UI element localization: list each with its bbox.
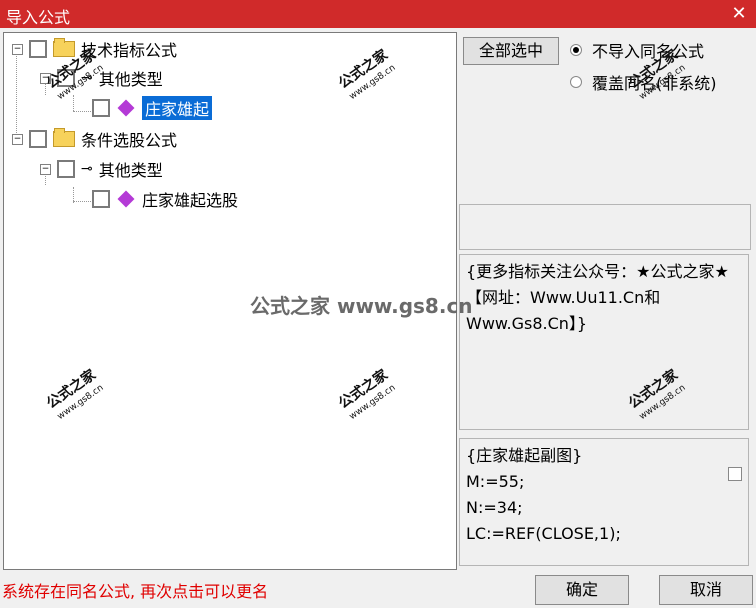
close-icon[interactable]: ✕ [728,3,750,25]
tree-checkbox[interactable] [92,99,110,117]
status-message: 系统存在同名公式, 再次点击可以更名 [2,582,269,601]
radio-no-import[interactable]: 不导入同名公式 [570,38,704,62]
code-line: {庄家雄起副图} [466,446,583,465]
watermark-main: 公式之家 www.gs8.cn [250,294,473,318]
title-bar: 导入公式 ✕ [0,0,756,28]
tree-node-condition[interactable]: − 条件选股公式 [12,127,177,151]
tree-node-label: 其他类型 [98,161,163,180]
tree-node-label: 庄家雄起 [142,96,213,120]
select-all-button[interactable]: 全部选中 [463,37,559,65]
radio-unselected-icon[interactable] [570,76,582,88]
tree-node-zhuangjia-xuangu[interactable]: 庄家雄起选股 [92,187,238,211]
key-icon: ⊸ [81,161,93,177]
window-title: 导入公式 [6,8,71,27]
folder-icon [53,38,75,57]
info-panel: {更多指标关注公众号：★公式之家★ 【网址：Www.Uu11.Cn和Www.Gs… [459,254,749,430]
tree-checkbox[interactable] [92,190,110,208]
radio-selected-icon[interactable] [570,44,582,56]
code-panel: {庄家雄起副图} M:=55; N:=34; LC:=REF(CLOSE,1); [459,438,749,566]
tree-checkbox[interactable] [29,130,47,148]
cancel-button[interactable]: 取消 [659,575,753,605]
code-line: M:=55; [466,472,525,491]
collapse-icon[interactable]: − [12,43,23,55]
formula-gem-icon [117,99,135,117]
tree-node-other-2[interactable]: − ⊸ 其他类型 [40,157,163,181]
rename-box[interactable] [459,204,751,250]
formula-gem-icon [117,190,135,208]
collapse-icon[interactable]: − [40,163,51,175]
radio-label: 不导入同名公式 [592,42,705,61]
tree-checkbox[interactable] [57,160,75,178]
collapse-icon[interactable]: − [12,133,23,145]
info-text: {更多指标关注公众号：★公式之家★ 【网址：Www.Uu11.Cn和Www.Gs… [466,262,729,333]
code-line: N:=34; [466,498,523,517]
ok-button[interactable]: 确定 [535,575,629,605]
tree-checkbox[interactable] [29,40,47,58]
panel-checkbox[interactable] [728,467,742,481]
tree-node-label: 条件选股公式 [81,131,178,150]
tree-node-zhuangjia[interactable]: 庄家雄起 [92,96,213,120]
folder-icon [53,128,75,147]
tree-node-label: 其他类型 [98,70,163,89]
code-line: LC:=REF(CLOSE,1); [466,524,621,543]
tree-node-label: 庄家雄起选股 [142,191,239,210]
